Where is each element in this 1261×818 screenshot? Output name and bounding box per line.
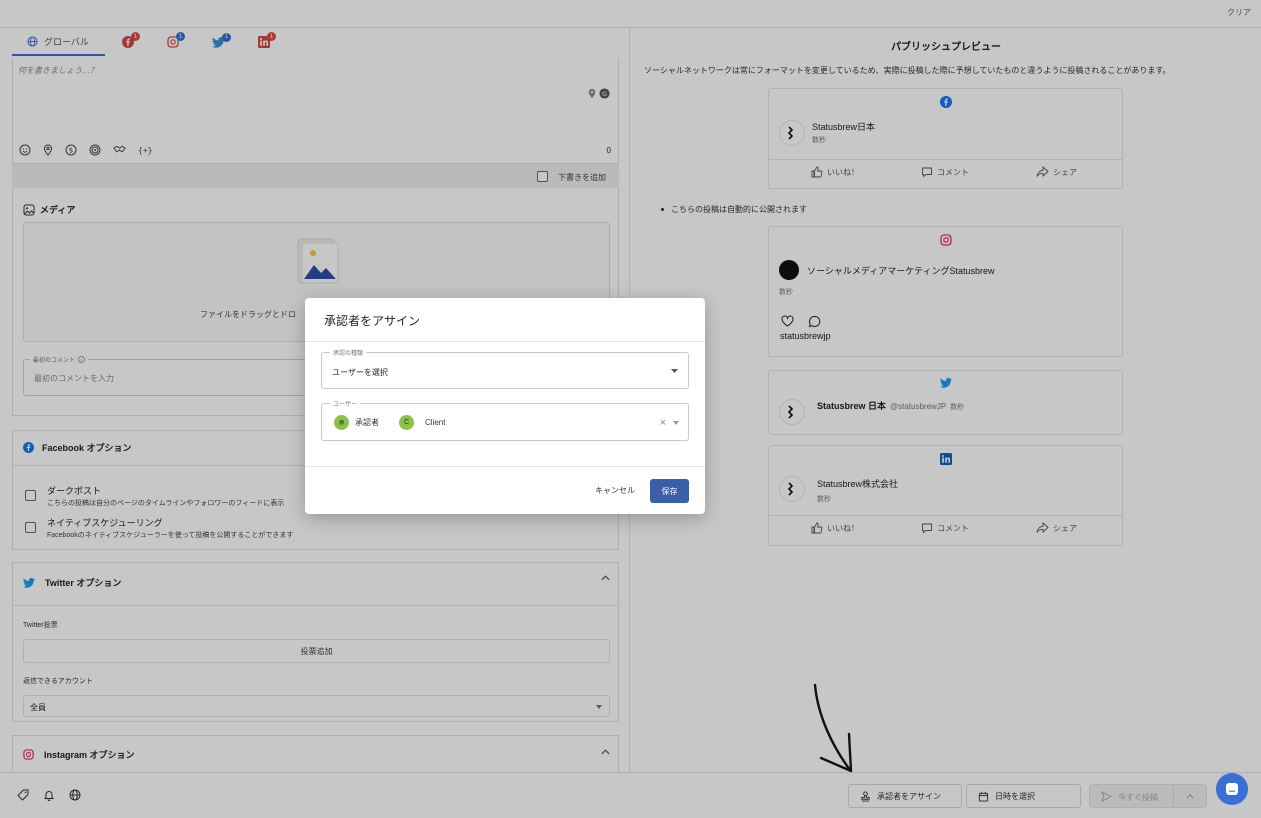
assign-approver-dialog: 承認者をアサイン 承認の種類 ユーザーを選択 ユーザー 承 承認者 C Clie… <box>305 298 705 514</box>
clear-selection-icon[interactable]: × <box>660 417 666 429</box>
chat-launcher-button[interactable] <box>1216 773 1248 805</box>
user-chip[interactable]: 承 承認者 <box>334 415 379 430</box>
caret-down-icon <box>671 369 678 373</box>
save-button[interactable]: 保存 <box>650 479 689 503</box>
avatar: 承 <box>334 415 349 430</box>
dialog-title: 承認者をアサイン <box>324 314 421 328</box>
divider <box>305 466 705 467</box>
divider <box>305 341 705 342</box>
approval-type-value: ユーザーを選択 <box>332 368 388 377</box>
caret-down-icon <box>673 421 679 425</box>
avatar: C <box>399 415 414 430</box>
user-label: ユーザー <box>330 399 360 408</box>
chat-icon <box>1225 782 1239 796</box>
annotation-arrow-icon <box>813 683 853 773</box>
approval-type-select[interactable]: 承認の種類 ユーザーを選択 <box>321 348 689 389</box>
user-chip-label: Client <box>425 418 446 427</box>
user-chip-label: 承認者 <box>355 418 379 427</box>
user-chip[interactable]: C Client <box>399 415 445 430</box>
cancel-button[interactable]: キャンセル <box>595 485 635 496</box>
approval-type-label: 承認の種類 <box>330 348 367 357</box>
user-select[interactable]: ユーザー 承 承認者 C Client × <box>321 399 689 441</box>
